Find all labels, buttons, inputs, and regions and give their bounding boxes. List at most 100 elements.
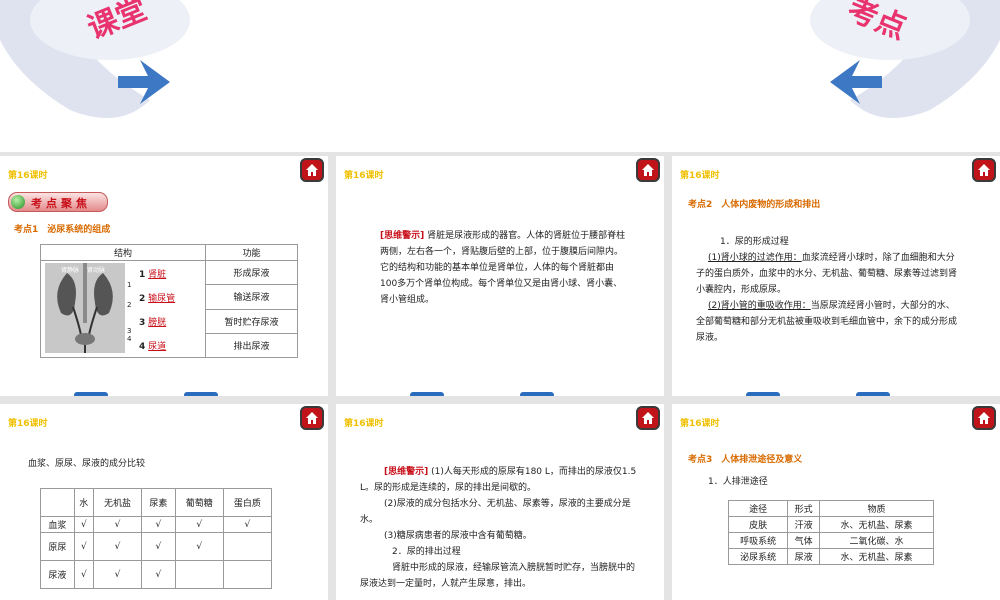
table-cell	[174, 560, 224, 589]
subheading: 1．人排泄途径	[708, 477, 768, 487]
table-cell: √	[92, 516, 143, 533]
next-button[interactable]	[184, 392, 218, 396]
table-cell: √	[141, 516, 176, 533]
prev-button[interactable]	[746, 392, 780, 396]
top-banner: 课堂 考点	[0, 0, 1000, 152]
next-button[interactable]	[520, 392, 554, 396]
prev-button[interactable]	[74, 392, 108, 396]
table-cell: 结构	[40, 244, 206, 261]
table-cell: 尿素	[141, 488, 176, 517]
table-cell: 水、无机盐、尿素	[819, 516, 934, 533]
section-heading: 考点2 人体内废物的形成和排出	[688, 200, 821, 210]
table-cell: 皮肤	[727, 516, 789, 533]
slide-header: 第16课时	[344, 171, 384, 181]
kidney-diagram-cell: 肾静脉 肾动脉 1 2 3 4 1 肾脏 2 输尿管 3 膀胱 4 尿道	[40, 260, 206, 358]
section-heading: 血浆、原尿、尿液的成分比较	[28, 459, 146, 469]
home-button[interactable]	[974, 408, 994, 428]
table-cell: √	[92, 532, 143, 561]
table-cell	[222, 532, 273, 561]
home-icon	[642, 164, 654, 176]
table-cell: 4	[139, 342, 146, 352]
table-cell	[40, 488, 75, 517]
slide-header: 第16课时	[680, 419, 720, 429]
table-cell: √	[92, 560, 143, 589]
table-cell: √	[73, 532, 94, 561]
slide-5[interactable]: 第16课时 [思维警示] (1)人每天形成的原尿有180 L，而排出的尿液仅1.…	[336, 404, 664, 600]
structure-label-4: 4 尿道	[139, 339, 201, 352]
table-cell	[222, 560, 273, 589]
text-line: [思维警示]	[384, 467, 429, 477]
function-cell: 输送尿液	[205, 284, 298, 310]
table-cell: 途径	[727, 500, 789, 517]
table-cell: 物质	[819, 500, 934, 517]
section-pill: 考点聚焦	[8, 192, 108, 212]
home-icon	[978, 164, 990, 176]
home-icon	[642, 412, 654, 424]
warning-paragraph: [思维警示] (1)人每天形成的原尿有180 L，而排出的尿液仅1.5 L。尿的…	[360, 464, 640, 592]
slide-header: 第16课时	[680, 171, 720, 181]
reabsorption-paragraph: (2)肾小管的重吸收作用：当原尿流经肾小管时，大部分的水、全部葡萄糖和部分无机盐…	[696, 301, 958, 343]
home-button[interactable]	[302, 408, 322, 428]
table-cell: 4	[127, 335, 132, 343]
home-button[interactable]	[302, 160, 322, 180]
slide-3[interactable]: 第16课时 考点2 人体内废物的形成和排出 1．尿的形成过程 (1)肾小球的过滤…	[672, 156, 1000, 396]
table-cell: 尿液	[40, 560, 75, 589]
green-dot-icon	[11, 195, 25, 209]
table-cell: 肾动脉	[87, 267, 106, 274]
table-cell: 汗液	[787, 516, 821, 533]
table-cell: √	[73, 516, 94, 533]
structure-table: 结构 功能 肾静脉 肾动脉 1 2 3 4 1 肾脏 2 输尿管 3 膀胱 4 …	[40, 244, 298, 359]
table-cell: 水	[73, 488, 94, 517]
function-cell: 形成尿液	[205, 259, 298, 286]
table-cell: 无机盐	[92, 488, 143, 517]
table-cell: 1	[127, 281, 132, 289]
filtration-paragraph: (1)肾小球的过滤作用：血浆流经肾小球时，除了血细胞和大分子的蛋白质外，血浆中的…	[696, 253, 958, 295]
section-heading: 考点1 泌尿系统的组成	[14, 225, 111, 235]
structure-label-3: 3 膀胱	[139, 315, 201, 328]
table-cell: 肾静脉	[61, 267, 80, 274]
table-cell: 气体	[787, 532, 821, 549]
table-cell: 葡萄糖	[174, 488, 224, 517]
slide-4[interactable]: 第16课时 血浆、原尿、尿液的成分比较 水无机盐 尿素 葡萄糖 蛋白质 血浆 √ √ √…	[0, 404, 328, 600]
slide-2[interactable]: 第16课时 [思维警示] 肾脏是尿液形成的器官。人体的肾脏位于腰部脊柱两侧，左右…	[336, 156, 664, 396]
text-line: 肾脏中形成的尿液，经输尿管流入膀胱暂时贮存，当膀胱中的尿液达到一定量时，人就产生…	[360, 563, 636, 589]
urinary-system-diagram	[45, 263, 125, 353]
next-button[interactable]	[856, 392, 890, 396]
table-cell: 2	[139, 294, 146, 304]
table-cell: √	[174, 532, 224, 561]
table-cell: 肾脏	[148, 270, 167, 280]
home-button[interactable]	[638, 408, 658, 428]
slide-header: 第16课时	[8, 419, 48, 429]
structure-label-2: 2 输尿管	[139, 291, 201, 304]
table-cell: 尿道	[148, 342, 167, 352]
table-cell: 蛋白质	[222, 488, 273, 517]
home-icon	[978, 412, 990, 424]
text-line: (3)糖尿病患者的尿液中含有葡萄糖。	[384, 531, 532, 541]
table-cell: 1	[139, 270, 146, 280]
slide-6[interactable]: 第16课时 考点3 人体排泄途径及意义 1．人排泄途径 途径 形式 物质 皮肤 汗液水…	[672, 404, 1000, 600]
text-line: 2．尿的排出过程	[392, 547, 461, 557]
section-heading: 考点3 人体排泄途径及意义	[688, 455, 803, 465]
home-button[interactable]	[638, 160, 658, 180]
structure-label-1: 1 肾脏	[139, 267, 201, 280]
text-line: (2)尿液的成分包括水分、无机盐、尿素等，尿液的主要成分是水。	[360, 499, 631, 525]
table-cell: 水、无机盐、尿素	[819, 548, 934, 565]
home-button[interactable]	[974, 160, 994, 180]
subheading: 1．尿的形成过程	[720, 237, 789, 247]
table-cell: √	[174, 516, 224, 533]
home-icon	[306, 412, 318, 424]
prev-button[interactable]	[410, 392, 444, 396]
table-cell: 原尿	[40, 532, 75, 561]
table-cell: 尿液	[787, 548, 821, 565]
function-cell: 暂时贮存尿液	[205, 308, 298, 334]
slide-1[interactable]: 第16课时 考点聚焦 考点1 泌尿系统的组成 结构 功能 肾静脉 肾动脉 1 2…	[0, 156, 328, 396]
warning-paragraph: [思维警示] 肾脏是尿液形成的器官。人体的肾脏位于腰部脊柱两侧，左右各一个，肾贴…	[380, 231, 626, 305]
table-cell: 功能	[205, 244, 298, 261]
composition-table: 水无机盐 尿素 葡萄糖 蛋白质 血浆 √ √ √ √ √ 原尿 √ √ √ √ 尿液 √ √ √	[40, 488, 273, 589]
table-cell: 2	[127, 301, 132, 309]
table-cell: √	[141, 532, 176, 561]
table-cell: 血浆	[40, 516, 75, 533]
table-cell: 3	[127, 327, 132, 335]
table-cell: √	[222, 516, 273, 533]
table-cell: 输尿管	[148, 294, 176, 304]
